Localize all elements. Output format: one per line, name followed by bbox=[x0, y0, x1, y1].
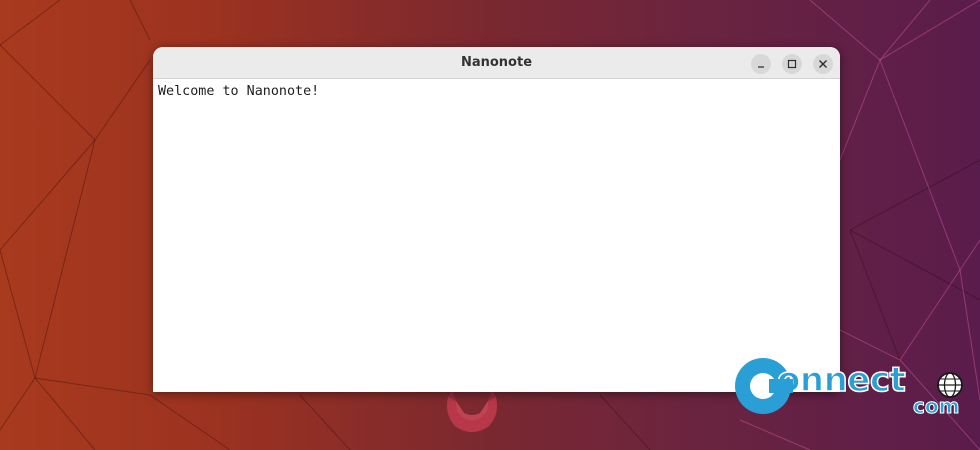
maximize-icon bbox=[787, 59, 797, 69]
nanonote-window: Nanonote Welcome to Nanonote! bbox=[153, 47, 840, 392]
title-bar[interactable]: Nanonote bbox=[153, 47, 840, 79]
text-editor-area[interactable]: Welcome to Nanonote! bbox=[153, 79, 840, 392]
close-icon bbox=[819, 60, 827, 68]
minimize-button[interactable] bbox=[751, 54, 771, 74]
maximize-button[interactable] bbox=[782, 54, 802, 74]
minimize-icon bbox=[758, 66, 764, 68]
editor-content[interactable]: Welcome to Nanonote! bbox=[158, 83, 319, 101]
watermark-word: onnect bbox=[776, 359, 906, 401]
close-button[interactable] bbox=[813, 54, 833, 74]
window-title: Nanonote bbox=[460, 55, 533, 70]
watermark-domain: com bbox=[912, 394, 960, 419]
connect-watermark-logo: onnect com bbox=[733, 356, 968, 426]
